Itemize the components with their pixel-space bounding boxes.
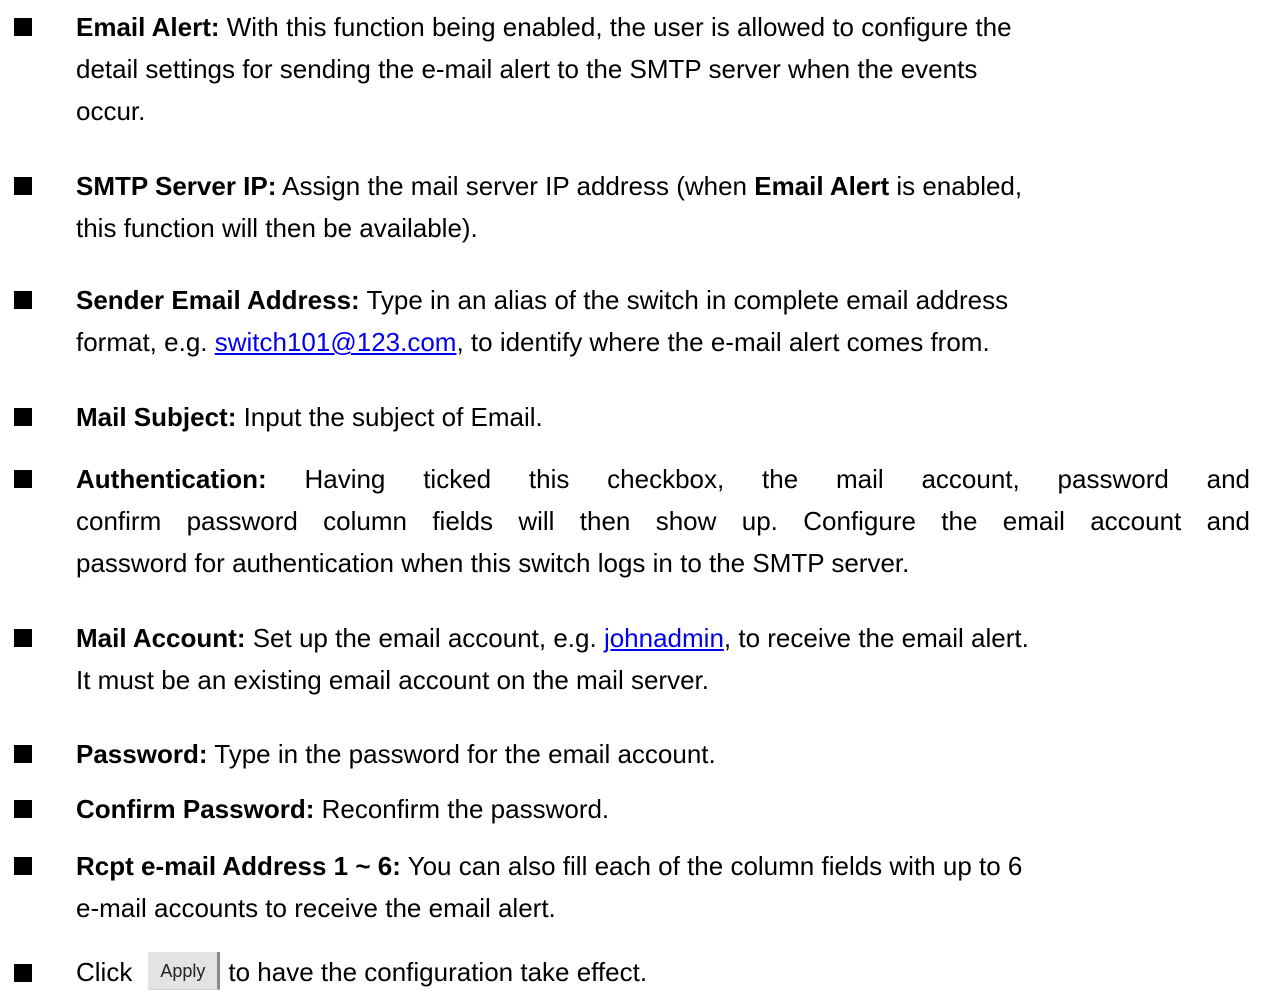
item-text: Mail Account: Set up the email account, … — [76, 623, 1029, 695]
bullet-square-icon — [14, 177, 32, 195]
item-text: Email Alert: With this function being en… — [76, 12, 1012, 126]
item-text: Mail Subject: Input the subject of Email… — [76, 402, 543, 432]
item-label: Mail Account: — [76, 623, 246, 653]
item-label: Email Alert: — [76, 12, 220, 42]
bullet-square-icon — [14, 629, 32, 647]
item-text: Sender Email Address: Type in an alias o… — [76, 285, 1009, 357]
item-label: Sender Email Address: — [76, 285, 360, 315]
bullet-square-icon — [14, 745, 32, 763]
item-text: Authentication: Having ticked this check… — [76, 464, 1250, 578]
document-page: Email Alert: With this function being en… — [0, 0, 1284, 991]
item-text: SMTP Server IP: Assign the mail server I… — [76, 171, 1023, 243]
item-label: Mail Subject: — [76, 402, 237, 432]
item-label: Authentication: — [76, 464, 267, 494]
bullet-square-icon — [14, 291, 32, 309]
item-text: Click Apply to have the configuration take… — [76, 951, 1250, 993]
example-email-link[interactable]: switch101@123.com — [215, 327, 457, 357]
item-label: SMTP Server IP: — [76, 171, 277, 201]
example-account-link[interactable]: johnadmin — [604, 623, 724, 653]
item-label: Rcpt e-mail Address 1 ~ 6: — [76, 851, 401, 881]
bullet-square-icon — [14, 18, 32, 36]
bullet-square-icon — [14, 964, 32, 982]
bullet-square-icon — [14, 800, 32, 818]
item-text: Rcpt e-mail Address 1 ~ 6: You can also … — [76, 851, 1023, 923]
bullet-square-icon — [14, 408, 32, 426]
item-text: Confirm Password: Reconfirm the password… — [76, 794, 610, 824]
apply-button[interactable]: Apply — [148, 952, 221, 991]
item-label: Password: — [76, 739, 208, 769]
bullet-square-icon — [14, 470, 32, 488]
item-label: Confirm Password: — [76, 794, 315, 824]
item-text: Password: Type in the password for the e… — [76, 739, 716, 769]
bullet-square-icon — [14, 857, 32, 875]
